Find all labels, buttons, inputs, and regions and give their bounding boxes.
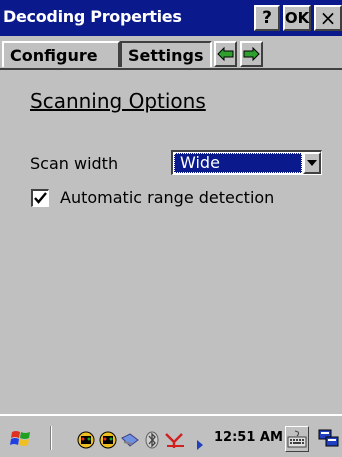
tab-configure[interactable]: Configure bbox=[2, 41, 120, 67]
checkmark-icon bbox=[34, 192, 47, 204]
desktop-icon[interactable] bbox=[316, 426, 342, 452]
dropdown-arrow-button[interactable] bbox=[303, 152, 321, 174]
taskbar-separator bbox=[50, 426, 52, 450]
chevron-down-icon bbox=[307, 160, 317, 166]
arrow-left-icon bbox=[217, 47, 234, 61]
windows-start-icon[interactable] bbox=[10, 429, 32, 449]
arrow-right-icon bbox=[243, 47, 260, 61]
title-bar: Decoding Properties ? OK × bbox=[0, 0, 342, 36]
ok-button[interactable]: OK bbox=[283, 5, 311, 31]
network-icon[interactable] bbox=[76, 430, 96, 450]
range-detection-label[interactable]: Automatic range detection bbox=[60, 188, 274, 207]
close-button[interactable]: × bbox=[314, 5, 342, 31]
settings-panel: Scanning Options Scan width Wide Automat… bbox=[0, 72, 342, 412]
bluetooth-icon[interactable] bbox=[142, 430, 162, 450]
keyboard-icon[interactable] bbox=[285, 426, 309, 452]
tab-bar: Configure Settings bbox=[0, 38, 342, 70]
connection-icon[interactable] bbox=[120, 430, 140, 450]
scan-width-label: Scan width bbox=[30, 154, 119, 173]
signal-icon[interactable] bbox=[164, 430, 184, 450]
network-icon-2[interactable] bbox=[98, 430, 118, 450]
tab-settings[interactable]: Settings bbox=[120, 41, 212, 67]
scan-width-select[interactable]: Wide bbox=[171, 150, 322, 175]
scroll-left-button[interactable] bbox=[214, 41, 237, 67]
help-button[interactable]: ? bbox=[254, 5, 280, 31]
tray-expand-icon[interactable] bbox=[196, 435, 204, 450]
clock[interactable]: 12:51 AM bbox=[214, 430, 283, 445]
taskbar: 12:51 AM bbox=[0, 414, 342, 457]
scroll-right-button[interactable] bbox=[240, 41, 263, 67]
section-title: Scanning Options bbox=[30, 89, 206, 113]
window-title: Decoding Properties bbox=[3, 7, 182, 26]
range-detection-checkbox[interactable] bbox=[31, 189, 49, 207]
scan-width-value: Wide bbox=[174, 153, 302, 173]
